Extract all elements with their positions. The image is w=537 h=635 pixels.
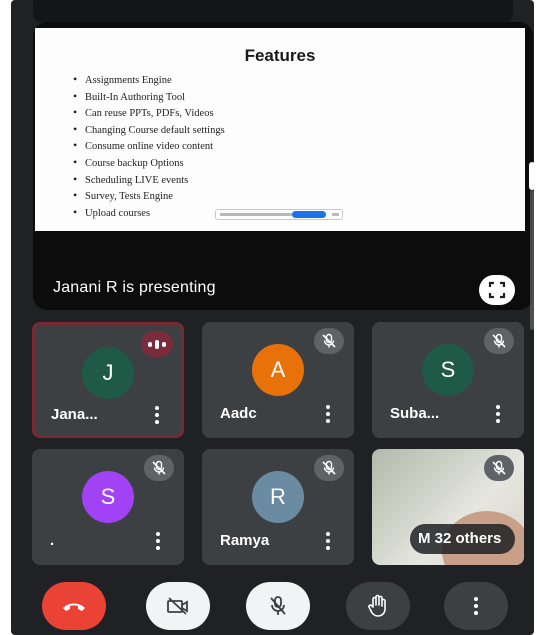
speaking-indicator-icon	[141, 331, 173, 357]
end-call-button[interactable]	[42, 582, 106, 630]
mic-toggle-button[interactable]	[246, 582, 310, 630]
mic-off-icon	[484, 455, 514, 481]
camera-toggle-button[interactable]	[146, 582, 210, 630]
mic-off-icon	[314, 455, 344, 481]
mic-off-icon	[144, 455, 174, 481]
fullscreen-icon	[488, 281, 506, 299]
participant-tile-s[interactable]: S .	[32, 449, 184, 565]
slide-bullet: Changing Course default settings	[73, 122, 225, 139]
more-vert-icon	[473, 597, 479, 615]
participant-name: Ramya	[220, 532, 270, 549]
participant-tile-aadc[interactable]: A Aadc	[202, 322, 354, 438]
others-tile[interactable]: M 32 others	[372, 449, 524, 565]
raise-hand-button[interactable]	[346, 582, 410, 630]
slide-bullet: Course backup Options	[73, 155, 225, 172]
slide-bullet: Survey, Tests Engine	[73, 188, 225, 205]
more-vert-icon[interactable]	[154, 530, 162, 554]
meet-screen: Features Assignments Engine Built-In Aut…	[11, 0, 535, 635]
participant-name: Suba...	[390, 405, 440, 422]
shared-slide: Features Assignments Engine Built-In Aut…	[35, 28, 525, 231]
screen-share-notice-bar	[215, 209, 343, 220]
mic-off-icon	[314, 328, 344, 354]
phone-hangup-icon	[63, 603, 85, 611]
more-options-button[interactable]	[444, 582, 508, 630]
participant-name: Aadc	[220, 405, 257, 422]
hand-icon	[368, 594, 386, 617]
slide-title: Features	[244, 46, 316, 65]
others-count-pill[interactable]: M 32 others	[410, 524, 516, 554]
slide-bullet: Upload courses	[73, 205, 225, 222]
participant-tile-suba[interactable]: S Suba...	[372, 322, 524, 438]
more-vert-icon[interactable]	[153, 404, 161, 428]
fullscreen-button[interactable]	[479, 275, 515, 305]
presentation-panel[interactable]: Features Assignments Engine Built-In Aut…	[33, 22, 533, 310]
slide-bullet: Consume online video content	[73, 138, 225, 155]
avatar: S	[82, 471, 134, 523]
more-vert-icon[interactable]	[324, 530, 332, 554]
slide-bullet: Can reuse PPTs, PDFs, Videos	[73, 105, 225, 122]
presenting-label: Janani R is presenting	[53, 279, 216, 296]
slide-bullet-list: Assignments Engine Built-In Authoring To…	[73, 72, 225, 221]
avatar: J	[82, 347, 134, 399]
videocam-off-icon	[167, 597, 188, 615]
avatar: A	[252, 344, 304, 396]
mic-off-icon	[270, 596, 286, 615]
scroll-thumb[interactable]	[529, 162, 535, 190]
participant-tile-ramya[interactable]: R Ramya	[202, 449, 354, 565]
slide-bullet: Built-In Authoring Tool	[73, 89, 225, 106]
others-count-label: 32 others	[434, 530, 502, 547]
participant-name: Jana...	[51, 406, 98, 423]
slide-bullet: Assignments Engine	[73, 72, 225, 89]
participant-tile-janani[interactable]: J Jana...	[32, 322, 184, 438]
slide-bullet: Scheduling LIVE events	[73, 172, 225, 189]
avatar: S	[422, 344, 474, 396]
notice-text	[220, 213, 292, 216]
more-vert-icon[interactable]	[494, 403, 502, 427]
participant-name: M	[418, 530, 431, 547]
avatar: R	[252, 471, 304, 523]
mic-off-icon	[484, 328, 514, 354]
participant-name: .	[50, 532, 55, 549]
stop-sharing-button	[292, 211, 326, 218]
hide-notice-button	[332, 213, 339, 216]
scroll-track[interactable]	[530, 190, 534, 330]
more-vert-icon[interactable]	[324, 403, 332, 427]
top-strip	[33, 0, 513, 22]
